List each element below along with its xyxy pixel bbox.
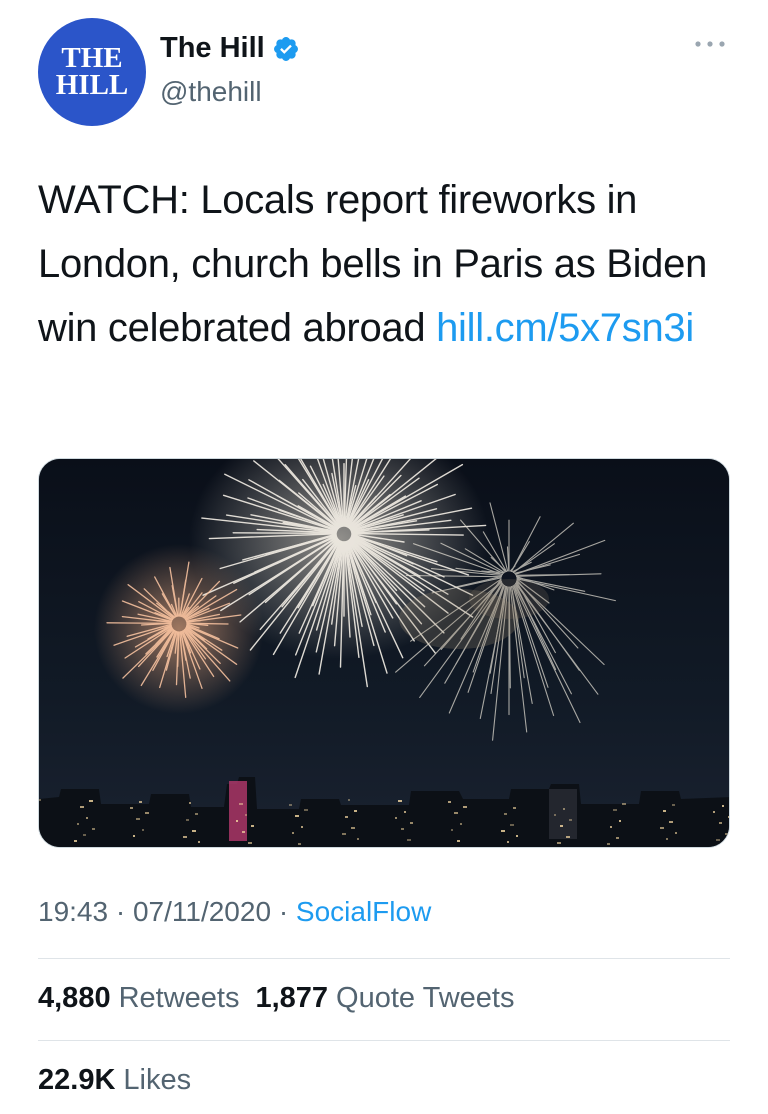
divider (38, 958, 730, 959)
likes-stat[interactable]: 22.9K Likes (38, 1064, 191, 1097)
divider (38, 1040, 730, 1041)
tweet-text: WATCH: Locals report fireworks in London… (38, 168, 728, 360)
retweets-stat[interactable]: 4,880 Retweets (38, 982, 239, 1015)
tweet-source-link[interactable]: SocialFlow (296, 896, 431, 927)
tweet-link[interactable]: hill.cm/5x7sn3i (436, 306, 694, 350)
meta-separator: · (278, 896, 289, 927)
engagement-stats: 4,880 Retweets 1,877 Quote Tweets (38, 982, 530, 1015)
handle[interactable]: @thehill (160, 76, 262, 108)
avatar-text-line1: THE (61, 42, 123, 74)
meta-separator: · (115, 896, 126, 927)
quote-tweets-label: Quote Tweets (336, 982, 515, 1014)
quote-tweets-count: 1,877 (255, 982, 329, 1014)
tweet-meta: 19:43 · 07/11/2020 · SocialFlow (38, 896, 431, 928)
tweet-date[interactable]: 07/11/2020 (133, 896, 271, 927)
retweets-count: 4,880 (38, 982, 111, 1014)
avatar[interactable]: THE HILL (38, 18, 146, 126)
display-name[interactable]: The Hill (160, 32, 265, 65)
fireworks-image (39, 459, 729, 847)
quote-tweets-stat[interactable]: 1,877 Quote Tweets (255, 982, 514, 1015)
name-row: The Hill (160, 32, 300, 65)
likes-row: 22.9K Likes (38, 1064, 207, 1097)
retweets-label: Retweets (118, 982, 240, 1014)
tweet-header: THE HILL The Hill @thehill (0, 0, 768, 140)
tweet-time[interactable]: 19:43 (38, 896, 108, 927)
likes-count: 22.9K (38, 1064, 116, 1096)
likes-label: Likes (123, 1064, 192, 1096)
avatar-text-line2: HILL (55, 69, 129, 101)
more-options-icon[interactable] (690, 32, 730, 56)
verified-badge-icon (273, 36, 298, 61)
tweet-media[interactable] (38, 458, 730, 848)
